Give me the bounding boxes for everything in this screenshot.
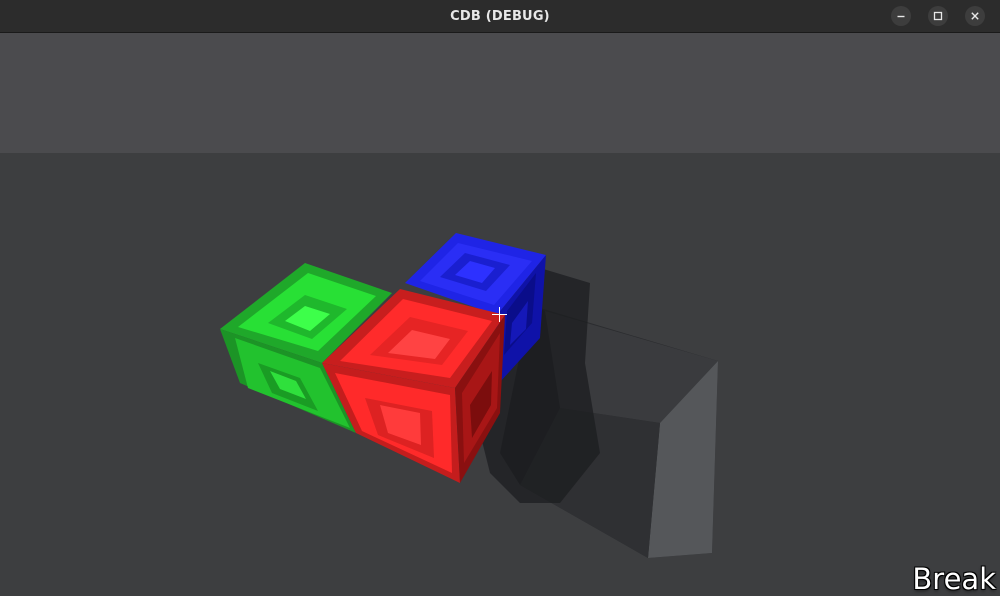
game-viewport[interactable]: Break <box>0 33 1000 596</box>
title-bar[interactable]: CDB (DEBUG) <box>0 0 1000 33</box>
minimize-button[interactable] <box>891 6 911 26</box>
minimize-icon <box>897 15 905 18</box>
window-title: CDB (DEBUG) <box>450 9 550 24</box>
hud-mode-label: Break <box>912 562 996 596</box>
close-icon <box>971 12 979 20</box>
maximize-button[interactable] <box>928 6 948 26</box>
horizon-fade <box>0 33 1000 153</box>
crosshair-icon <box>492 307 507 322</box>
maximize-icon <box>933 11 943 21</box>
close-button[interactable] <box>965 6 985 26</box>
game-window: CDB (DEBUG) Break <box>0 0 1000 596</box>
